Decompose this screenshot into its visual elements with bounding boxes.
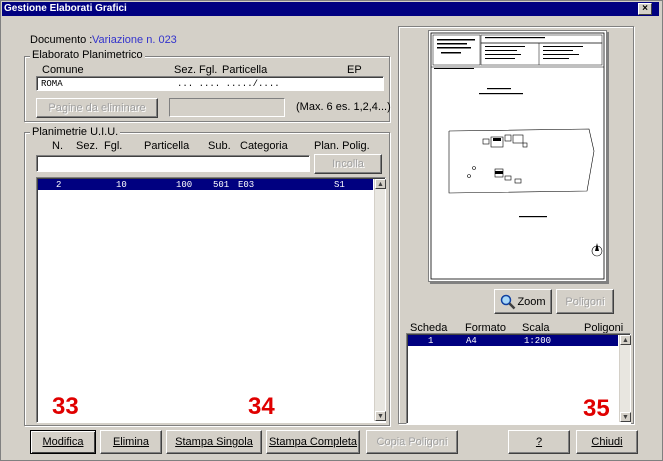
planimetria-input[interactable] [36,155,310,172]
pagine-input[interactable] [169,98,285,117]
header-ep: EP [347,64,362,76]
stampa-completa-label: Stampa Completa [268,436,358,448]
chiudi-label: Chiudi [591,436,623,448]
header-particella: Particella [222,64,268,76]
header-comune: Comune [42,64,84,76]
marker-35: 35 [583,395,610,422]
scroll-up-icon[interactable]: ▲ [620,335,631,345]
copia-poligoni-button[interactable]: Copia Poligoni [366,430,458,454]
header-particella-uiu: Particella [144,140,190,152]
header-sez: Sez. [174,64,197,76]
window-title: Gestione Elaborati Grafici [2,2,659,16]
modifica-label: Modifica [42,436,84,448]
header-fgl-uiu: Fgl. [104,140,123,152]
scroll-down-icon[interactable]: ▼ [620,412,631,422]
scroll-down-icon[interactable]: ▼ [375,411,386,421]
header-plan-polig: Plan. Polig. [314,140,370,152]
particella-value: ... .... ...../.... [177,79,280,89]
documento-value: Variazione n. 023 [92,34,177,46]
help-button[interactable]: ? [508,430,570,454]
row-scheda: 1 [428,336,434,346]
max-hint: (Max. 6 es. 1,2,4...) [296,101,391,113]
zoom-label: Zoom [517,295,546,308]
documento-label: Documento : [30,34,93,46]
uiu-list-scrollbar[interactable]: ▲ ▼ [374,179,386,421]
row-sub: 501 [213,180,230,190]
close-button[interactable]: × [638,3,652,15]
zoom-magnifier-icon [500,294,516,310]
row-scala: 1:200 [524,336,552,346]
marker-34: 34 [248,393,275,420]
poligoni-button[interactable]: Poligoni [556,289,614,314]
header-n: N. [52,140,63,152]
header-categoria: Categoria [240,140,288,152]
row-plan: S1 [334,180,345,190]
header-sez-uiu: Sez. [76,140,99,152]
elimina-label: Elimina [112,436,150,448]
row-n: 2 [56,180,62,190]
scroll-up-icon[interactable]: ▲ [375,179,386,189]
pagine-da-eliminare-button[interactable]: Pagine da eliminare [36,98,158,118]
row-particella: 100 [176,180,193,190]
help-label: ? [535,436,543,448]
comune-value: ROMA [41,79,63,89]
header-fgl: Fgl. [199,64,218,76]
zoom-button[interactable]: Zoom [494,289,552,314]
incolla-button[interactable]: Incolla [314,154,382,174]
stampa-singola-label: Stampa Singola [175,436,253,448]
list-item[interactable]: 2 10 100 501 E03 S1 [38,179,373,190]
planimetrie-group-title: Planimetrie U.I.U. [30,126,121,138]
modifica-button[interactable]: Modifica [30,430,96,454]
row-categoria: E03 [238,180,255,190]
floorplan-preview-image [430,32,605,280]
elaborato-field[interactable]: ROMA ... .... ...../.... [36,76,384,91]
list-item[interactable]: 1 A4 1:200 [408,335,618,346]
elaborato-group-title: Elaborato Planimetrico [30,49,145,61]
schede-list-scrollbar[interactable]: ▲ ▼ [619,335,631,422]
elimina-button[interactable]: Elimina [100,430,162,454]
document-preview[interactable] [428,30,607,282]
stampa-singola-button[interactable]: Stampa Singola [166,430,262,454]
row-fgl: 10 [116,180,127,190]
marker-33: 33 [52,393,79,420]
stampa-completa-button[interactable]: Stampa Completa [266,430,360,454]
uiu-list[interactable]: 2 10 100 501 E03 S1 ▲ ▼ [36,177,386,423]
row-formato: A4 [466,336,477,346]
chiudi-button[interactable]: Chiudi [576,430,638,454]
header-sub: Sub. [208,140,231,152]
